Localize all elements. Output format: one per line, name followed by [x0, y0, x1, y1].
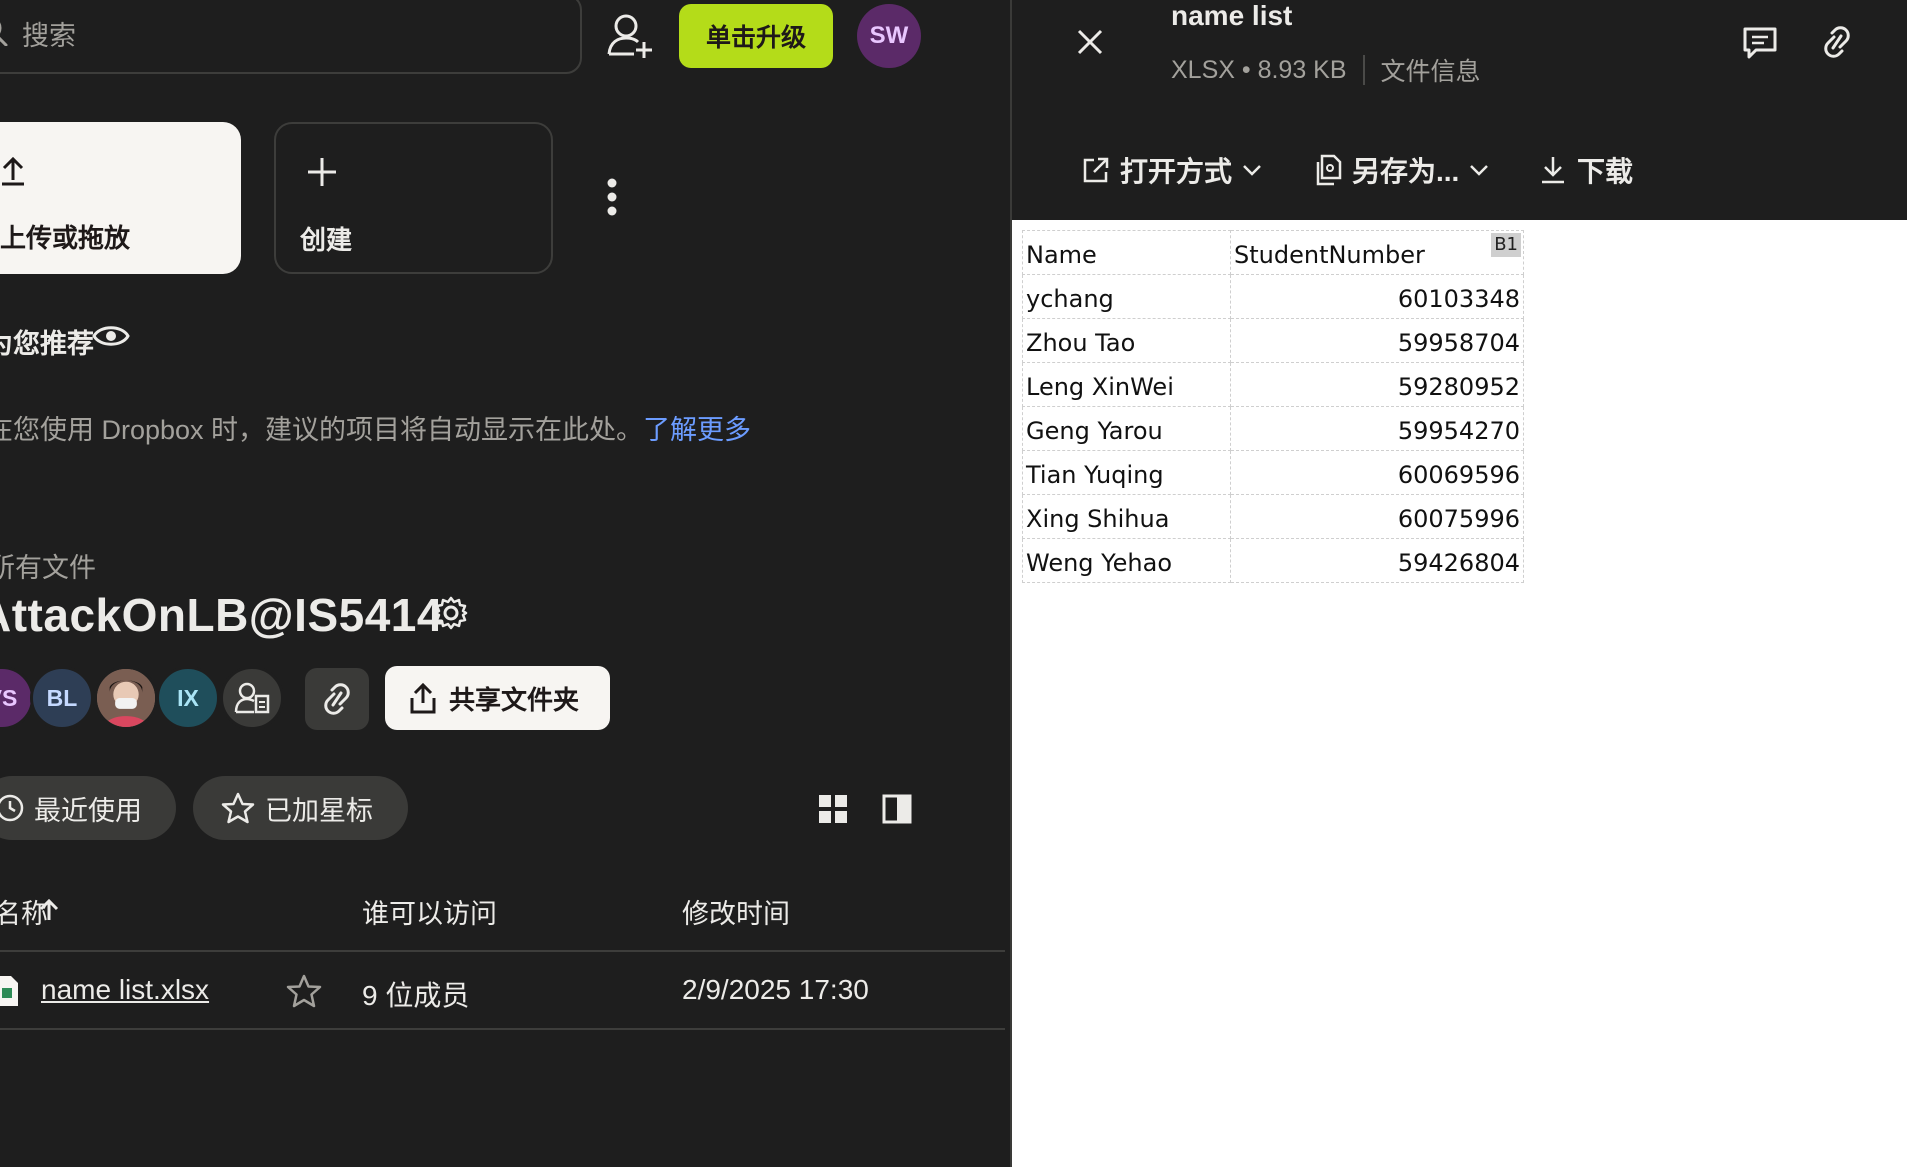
cell[interactable]: Weng Yehao — [1022, 538, 1231, 583]
download-button[interactable]: 下载 — [1539, 150, 1633, 190]
spreadsheet-row: Xing Shihua 60075996 — [1022, 494, 1524, 539]
cell[interactable]: Geng Yarou — [1022, 406, 1231, 451]
cell[interactable]: ychang — [1022, 274, 1231, 319]
star-icon[interactable] — [286, 974, 322, 1008]
close-icon[interactable] — [1076, 28, 1104, 56]
eye-icon[interactable] — [92, 322, 130, 350]
search-icon — [0, 16, 10, 46]
star-icon — [221, 792, 255, 824]
breadcrumb[interactable]: 所有文件 — [0, 546, 96, 585]
chevron-down-icon — [1243, 165, 1261, 176]
add-member-icon[interactable] — [606, 12, 656, 60]
chevron-down-icon — [1470, 165, 1489, 176]
file-name-link[interactable]: name list.xlsx — [41, 974, 209, 1006]
cell[interactable]: Leng XinWei — [1022, 362, 1231, 407]
cell[interactable]: 60069596 — [1230, 450, 1524, 495]
more-options-icon[interactable] — [606, 178, 618, 216]
preview-title: name list — [1171, 0, 1293, 31]
cell[interactable]: Name — [1022, 230, 1231, 275]
member-avatar[interactable]: BL — [30, 666, 94, 730]
upload-icon — [0, 156, 26, 186]
user-avatar[interactable]: SW — [857, 4, 921, 68]
upload-button[interactable]: 上传或拖放 — [0, 122, 241, 274]
suggestions-title: 为您推荐 — [0, 329, 94, 359]
file-browser-panel: 搜索 单击升级 SW 上传或拖放 创建 为您推荐 在您使用 Dropbox 时，… — [0, 0, 1010, 1167]
starred-label: 已加星标 — [265, 795, 373, 826]
spreadsheet-row: Zhou Tao 59958704 — [1022, 318, 1524, 363]
suggestions-text: 在您使用 Dropbox 时，建议的项目将自动显示在此处。 — [0, 415, 644, 445]
link-icon — [324, 683, 350, 715]
cell[interactable]: 59426804 — [1230, 538, 1524, 583]
column-header-access[interactable]: 谁可以访问 — [362, 892, 497, 931]
share-folder-button[interactable]: 共享文件夹 — [385, 666, 610, 730]
file-info-link[interactable]: 文件信息 — [1381, 52, 1481, 88]
spreadsheet-row: Leng XinWei 59280952 — [1022, 362, 1524, 407]
file-modified: 2/9/2025 17:30 — [682, 974, 869, 1005]
recent-label: 最近使用 — [34, 795, 142, 826]
panel-view-icon[interactable] — [882, 794, 912, 824]
spreadsheet-table: Name StudentNumber B1 ychang 60103348 Zho… — [1022, 230, 1524, 583]
meta-separator — [1362, 55, 1365, 85]
member-photo-avatar[interactable] — [94, 666, 158, 730]
upload-label: 上传或拖放 — [0, 223, 131, 253]
download-icon — [1542, 157, 1564, 184]
external-open-icon — [1083, 157, 1109, 183]
file-preview-panel: name list XLSX • 8.93 KB 文件信息 打开方式 另存为..… — [1012, 0, 1907, 1167]
manage-members-button[interactable] — [220, 666, 284, 730]
learn-more-link[interactable]: 了解更多 — [643, 415, 751, 445]
preview-meta: XLSX • 8.93 KB 文件信息 — [1171, 52, 1481, 88]
cell[interactable]: 60103348 — [1230, 274, 1524, 319]
cell-reference-badge: B1 — [1491, 233, 1521, 257]
file-access: 9 位成员 — [362, 980, 470, 1011]
table-divider — [0, 1028, 1005, 1030]
xlsx-file-icon — [0, 976, 18, 1006]
open-with-button[interactable]: 打开方式 — [1082, 150, 1262, 190]
table-divider — [0, 950, 1005, 952]
search-input[interactable]: 搜索 — [0, 0, 582, 74]
link-icon[interactable] — [1824, 24, 1850, 60]
create-button[interactable]: 创建 — [274, 122, 553, 274]
share-icon — [410, 682, 436, 714]
spreadsheet-row: ychang 60103348 — [1022, 274, 1524, 319]
file-meta: XLSX • 8.93 KB — [1171, 55, 1347, 84]
comment-icon[interactable] — [1742, 26, 1778, 60]
spreadsheet-row: Weng Yehao 59426804 — [1022, 538, 1524, 583]
create-label: 创建 — [300, 225, 353, 255]
cell-selected[interactable]: StudentNumber B1 — [1230, 230, 1524, 275]
cell[interactable]: Xing Shihua — [1022, 494, 1231, 539]
member-avatar[interactable]: IX — [156, 666, 220, 730]
manage-members-icon — [234, 682, 270, 714]
suggestions-description: 在您使用 Dropbox 时，建议的项目将自动显示在此处。了解更多 — [0, 408, 751, 447]
spreadsheet-row: Tian Yuqing 60069596 — [1022, 450, 1524, 495]
clock-icon — [0, 794, 24, 822]
spreadsheet-header-row: Name StudentNumber B1 — [1022, 230, 1524, 275]
cell[interactable]: Zhou Tao — [1022, 318, 1231, 363]
folder-title: AttackOnLB@IS5414 — [0, 589, 443, 641]
cell[interactable]: 59958704 — [1230, 318, 1524, 363]
share-folder-label: 共享文件夹 — [449, 684, 580, 715]
cell-text: StudentNumber — [1234, 241, 1425, 269]
search-placeholder: 搜索 — [22, 21, 76, 51]
recent-filter[interactable]: 最近使用 — [0, 776, 176, 840]
copy-link-button[interactable] — [305, 668, 369, 730]
member-avatar[interactable]: VS — [0, 666, 34, 730]
open-with-label: 打开方式 — [1120, 156, 1233, 187]
download-label: 下载 — [1577, 156, 1634, 187]
save-copy-icon — [1316, 154, 1342, 186]
cell[interactable]: 59280952 — [1230, 362, 1524, 407]
cell[interactable]: 59954270 — [1230, 406, 1524, 451]
cell[interactable]: 60075996 — [1230, 494, 1524, 539]
grid-view-icon[interactable] — [818, 794, 848, 824]
upgrade-button[interactable]: 单击升级 — [679, 4, 833, 68]
spreadsheet-preview: Name StudentNumber B1 ychang 60103348 Zho… — [1012, 220, 1907, 1167]
gear-icon[interactable] — [434, 596, 468, 630]
save-as-label: 另存为... — [1352, 156, 1460, 187]
column-header-modified[interactable]: 修改时间 — [682, 892, 790, 931]
starred-filter[interactable]: 已加星标 — [193, 776, 408, 840]
save-as-button[interactable]: 另存为... — [1314, 150, 1489, 190]
spreadsheet-row: Geng Yarou 59954270 — [1022, 406, 1524, 451]
sort-ascending-icon[interactable] — [38, 898, 60, 922]
plus-icon — [306, 156, 338, 188]
cell[interactable]: Tian Yuqing — [1022, 450, 1231, 495]
